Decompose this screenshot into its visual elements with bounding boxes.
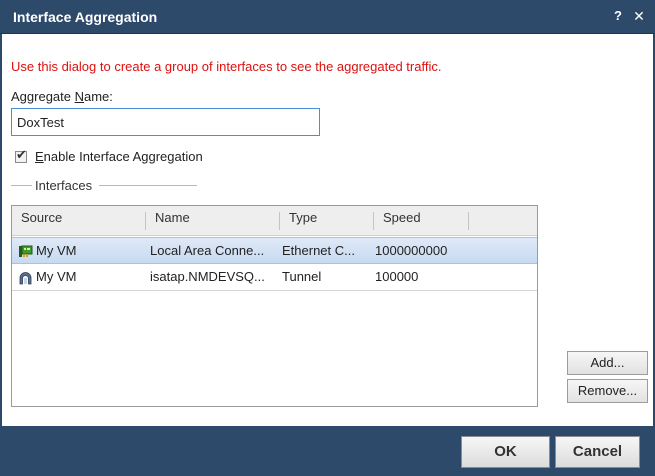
column-header-speed[interactable]: Speed [374,206,421,236]
row-speed: 100000 [375,269,419,284]
group-divider-left [11,185,32,186]
row-speed: 1000000000 [375,243,448,258]
row-name: isatap.NMDEVSQ... [150,269,265,284]
help-icon[interactable]: ? [611,8,625,24]
tunnel-icon [19,272,32,285]
interfaces-table[interactable]: Source Name Type Speed My VM Local Area … [11,205,538,407]
cancel-button[interactable]: Cancel [555,436,640,468]
dialog-title: Interface Aggregation [13,9,158,25]
checkmark-icon: ✔ [16,146,27,162]
network-card-icon [19,245,33,257]
table-header: Source Name Type Speed [12,206,537,236]
column-divider[interactable] [468,212,469,230]
group-divider-right [99,185,197,186]
close-icon[interactable]: ✕ [632,8,646,24]
aggregate-name-input[interactable] [11,108,320,136]
dialog-left-border [0,34,2,426]
remove-button[interactable]: Remove... [567,379,648,403]
title-bar: Interface Aggregation ? ✕ [0,0,655,34]
row-name: Local Area Conne... [150,243,265,258]
table-row[interactable]: My VM isatap.NMDEVSQ... Tunnel 100000 [12,264,537,291]
row-type: Ethernet C... [282,243,355,258]
column-header-type[interactable]: Type [280,206,317,236]
row-source: My VM [36,269,77,284]
column-header-name[interactable]: Name [146,206,190,236]
interfaces-group-title: Interfaces [35,178,93,193]
column-header-source[interactable]: Source [12,206,62,236]
enable-aggregation-label: Enable Interface Aggregation [35,149,203,164]
intro-text: Use this dialog to create a group of int… [11,59,442,74]
add-button[interactable]: Add... [567,351,648,375]
aggregate-name-label: Aggregate Name: [11,89,113,104]
ok-button[interactable]: OK [461,436,550,468]
enable-aggregation-row[interactable]: ✔ Enable Interface Aggregation [15,146,203,164]
table-row[interactable]: My VM Local Area Conne... Ethernet C... … [12,237,537,264]
row-type: Tunnel [282,269,322,284]
row-source: My VM [36,243,77,258]
enable-aggregation-checkbox[interactable]: ✔ [15,146,27,163]
